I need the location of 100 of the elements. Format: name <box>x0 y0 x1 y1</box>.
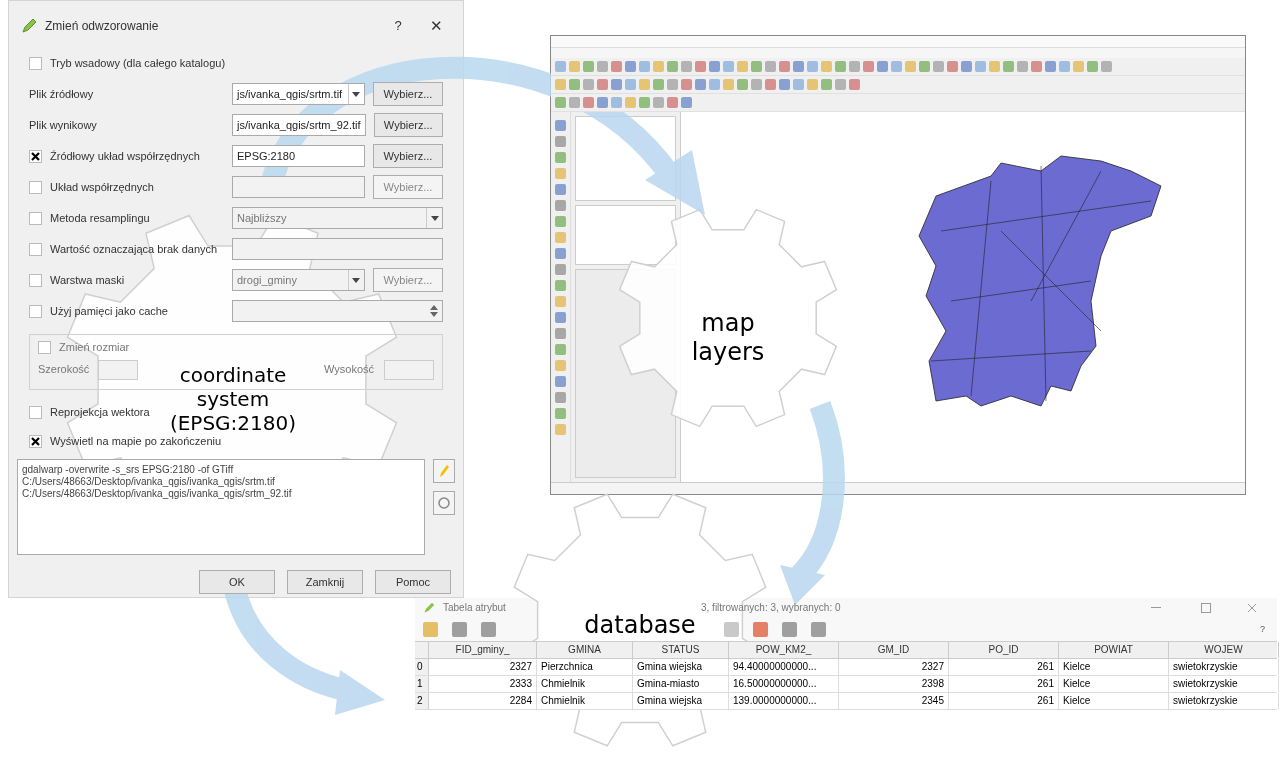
toolbar-icon[interactable] <box>569 97 580 108</box>
toolbar-icon[interactable] <box>1045 61 1056 72</box>
reset-button[interactable] <box>433 491 455 515</box>
choose-button[interactable]: Wybierz... <box>372 144 443 168</box>
toolbar-icon[interactable] <box>667 97 678 108</box>
checkbox[interactable] <box>29 242 42 256</box>
toolbar-icon[interactable] <box>653 79 664 90</box>
toolbar-icon[interactable] <box>555 408 566 419</box>
toolbar-icon[interactable] <box>1087 61 1098 72</box>
dialog-button[interactable]: OK <box>199 570 275 594</box>
toolbar-icon[interactable] <box>611 79 622 90</box>
toolbar-icon[interactable] <box>597 97 608 108</box>
toolbar-icon[interactable] <box>555 168 566 179</box>
edit-button[interactable] <box>433 459 455 483</box>
toolbar-icon[interactable] <box>989 61 1000 72</box>
checkbox[interactable] <box>29 434 42 448</box>
row-header[interactable]: 1 <box>415 676 429 692</box>
checkbox[interactable] <box>29 273 42 287</box>
toolbar-icon[interactable] <box>555 264 566 275</box>
toolbar-icon[interactable] <box>653 97 664 108</box>
toolbar-icon[interactable] <box>737 79 748 90</box>
toolbar-icon[interactable] <box>667 79 678 90</box>
checkbox[interactable] <box>29 211 42 225</box>
maximize-icon[interactable] <box>1201 602 1211 613</box>
toolbar-icon[interactable] <box>625 61 636 72</box>
toolbar-icon[interactable] <box>611 61 622 72</box>
toolbar-icon[interactable] <box>877 61 888 72</box>
toolbar-icon[interactable] <box>849 61 860 72</box>
toolbar-icon[interactable] <box>555 296 566 307</box>
toolbar-icon[interactable] <box>811 621 826 637</box>
toolbar-icon[interactable] <box>751 61 762 72</box>
toolbar-icon[interactable] <box>793 61 804 72</box>
spin-box[interactable] <box>98 359 138 380</box>
checkbox[interactable] <box>29 304 42 318</box>
dialog-button[interactable]: Zamknij <box>287 570 363 594</box>
column-header[interactable]: GM_ID <box>839 642 949 658</box>
toolbar-icon[interactable] <box>625 79 636 90</box>
column-header[interactable]: PO_ID <box>949 642 1059 658</box>
toolbar-icon[interactable] <box>555 280 566 291</box>
command-text-area[interactable]: gdalwarp -overwrite -s_srs EPSG:2180 -of GTiff C:/Users/48663/Desktop/ivanka_qgis/ivanka_qgis/srtm.tif C:/Users/48663/Desktop/ivanka_qgis/ivanka_qgis/srtm_92.tif <box>17 459 425 555</box>
toolbar-icon[interactable] <box>835 79 846 90</box>
toolbar-icon[interactable] <box>583 79 594 90</box>
toolbar-icon[interactable] <box>1031 61 1042 72</box>
toolbar-icon[interactable] <box>807 79 818 90</box>
toolbar-icon[interactable] <box>653 61 664 72</box>
toolbar-icon[interactable] <box>681 79 692 90</box>
column-header[interactable]: STATUS <box>633 642 729 658</box>
toolbar-icon[interactable] <box>555 344 566 355</box>
toolbar-icon[interactable] <box>821 61 832 72</box>
toolbar-icon[interactable] <box>597 79 608 90</box>
toolbar-icon[interactable] <box>555 360 566 371</box>
toolbar-icon[interactable] <box>555 184 566 195</box>
toolbar-icon[interactable] <box>737 61 748 72</box>
toolbar-icon[interactable] <box>639 61 650 72</box>
checkbox[interactable] <box>29 56 42 70</box>
toolbar-icon[interactable] <box>555 61 566 72</box>
checkbox[interactable] <box>29 149 42 163</box>
toolbar-icon[interactable] <box>709 61 720 72</box>
toolbar-icon[interactable] <box>933 61 944 72</box>
toolbar-icon[interactable] <box>793 79 804 90</box>
toolbar-icon[interactable] <box>555 232 566 243</box>
column-header[interactable]: POW_KM2_ <box>729 642 839 658</box>
toolbar-icon[interactable] <box>753 621 768 637</box>
spin-box[interactable] <box>384 359 434 380</box>
toolbar-icon[interactable] <box>1101 61 1112 72</box>
toolbar-icon[interactable] <box>695 61 706 72</box>
checkbox[interactable] <box>29 405 42 419</box>
toolbar-icon[interactable] <box>723 79 734 90</box>
column-header[interactable]: GMINA <box>537 642 633 658</box>
toolbar-icon[interactable] <box>947 61 958 72</box>
row-header[interactable]: 2 <box>415 693 429 709</box>
dialog-button[interactable]: Pomoc <box>375 570 451 594</box>
dropdown[interactable]: js/ivanka_qgis/srtm.tif <box>232 83 365 105</box>
toolbar-icon[interactable] <box>555 216 566 227</box>
toolbar-icon[interactable] <box>782 621 797 637</box>
toolbar-icon[interactable] <box>569 79 580 90</box>
input-field[interactable]: EPSG:2180 <box>232 145 365 167</box>
help-button[interactable]: ? <box>383 16 413 36</box>
toolbar-icon[interactable] <box>835 61 846 72</box>
toolbar-icon[interactable] <box>681 61 692 72</box>
toolbar-icon[interactable] <box>695 79 706 90</box>
toolbar-icon[interactable] <box>555 392 566 403</box>
toolbar-icon[interactable] <box>639 79 650 90</box>
toolbar-icon[interactable] <box>583 97 594 108</box>
toolbar-icon[interactable] <box>1003 61 1014 72</box>
column-header[interactable]: POWIAT <box>1059 642 1169 658</box>
toolbar-icon[interactable] <box>961 61 972 72</box>
toolbar-icon[interactable] <box>765 61 776 72</box>
toolbar-icon[interactable] <box>891 61 902 72</box>
toolbar-icon[interactable] <box>821 79 832 90</box>
toolbar-icon[interactable] <box>583 61 594 72</box>
checkbox[interactable] <box>29 180 42 194</box>
toolbar-icon[interactable] <box>569 61 580 72</box>
toolbar-icon[interactable] <box>555 120 566 131</box>
toolbar-icon[interactable] <box>481 621 496 637</box>
toolbar-icon[interactable] <box>849 79 860 90</box>
toolbar-icon[interactable] <box>723 61 734 72</box>
toolbar-icon[interactable] <box>709 79 720 90</box>
toolbar-icon[interactable] <box>423 621 438 637</box>
row-header[interactable]: 0 <box>415 659 429 675</box>
